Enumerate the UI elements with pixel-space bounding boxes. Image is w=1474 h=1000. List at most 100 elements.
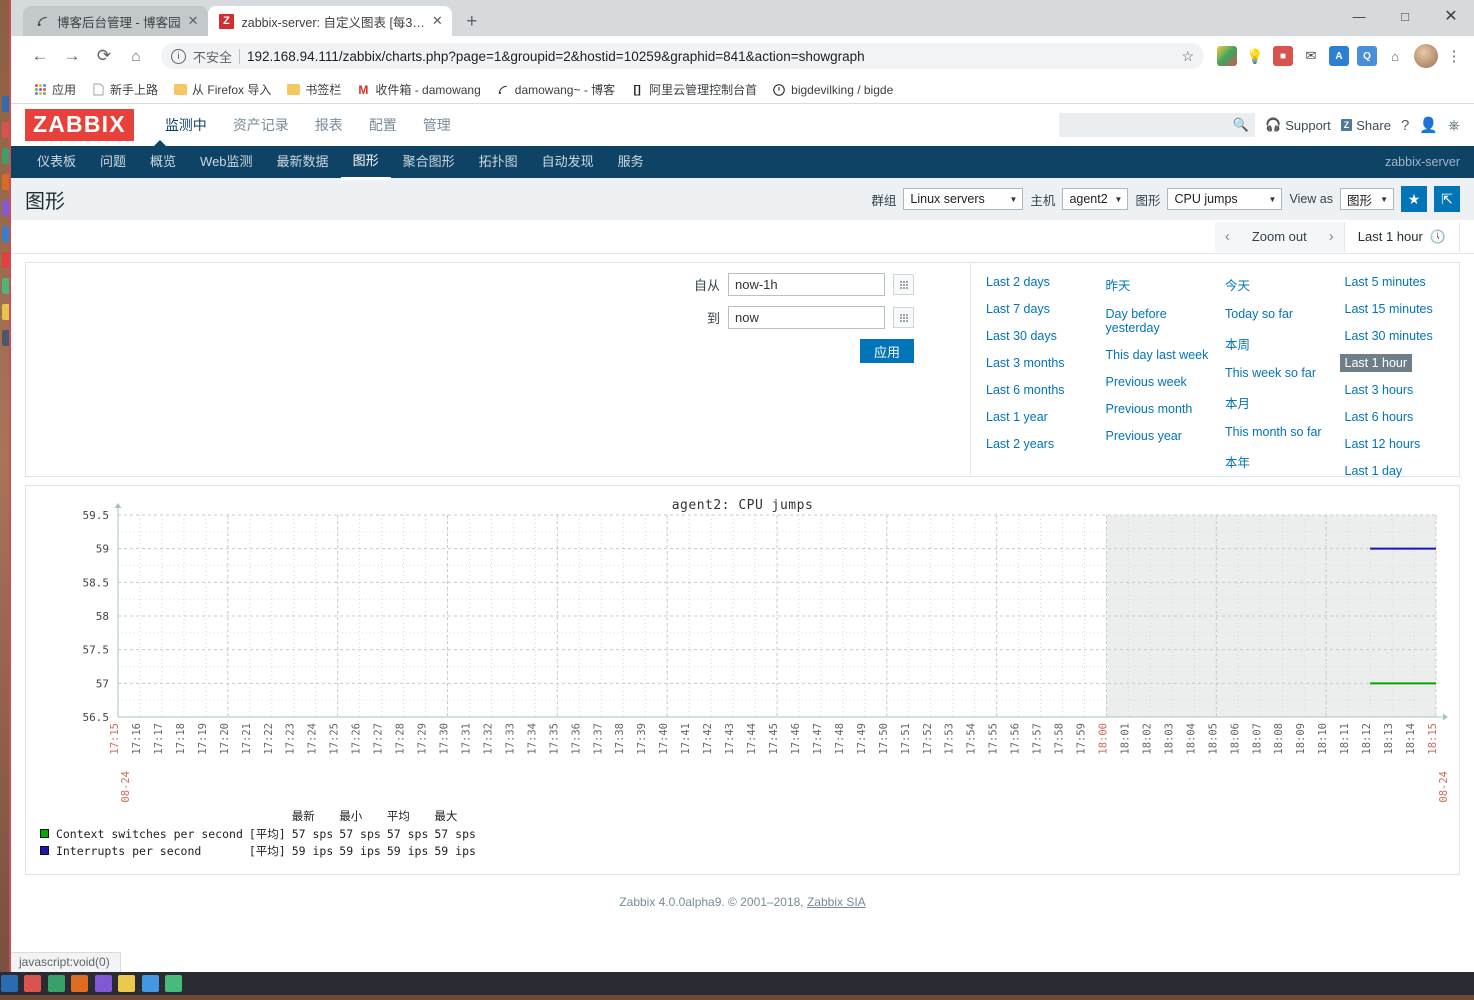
quick-range-last-2-days[interactable]: Last 2 days [981, 273, 1055, 291]
quick-range-last-1-hour[interactable]: Last 1 hour [1340, 354, 1413, 372]
profile-avatar[interactable] [1414, 44, 1438, 68]
taskbar-icon[interactable] [118, 975, 135, 992]
quick-range-this-week-so-far[interactable]: This week so far [1220, 364, 1321, 382]
back-icon[interactable]: ← [25, 41, 55, 71]
view-as-select[interactable]: 图形 ▼ [1340, 188, 1394, 210]
tab-close-icon[interactable]: ✕ [432, 13, 443, 29]
to-calendar-icon[interactable] [893, 307, 914, 328]
quick-range-this-day-last-week[interactable]: This day last week [1101, 346, 1214, 364]
subnav-screens[interactable]: 聚合图形 [391, 146, 467, 178]
home-icon[interactable]: ⌂ [121, 41, 151, 71]
global-search[interactable]: 🔍 [1059, 113, 1255, 137]
taskbar-icon[interactable] [165, 975, 182, 992]
subnav-problems[interactable]: 问题 [88, 146, 138, 178]
help-icon[interactable]: ? [1401, 117, 1409, 134]
quick-range-last-6-months[interactable]: Last 6 months [981, 381, 1070, 399]
group-select[interactable]: Linux servers ▼ [903, 188, 1023, 210]
bookmark-firefox-import[interactable]: 从 Firefox 导入 [167, 78, 277, 101]
tab-close-icon[interactable]: ✕ [188, 13, 199, 29]
apply-button[interactable]: 应用 [860, 339, 914, 363]
browser-tab-blog[interactable]: 博客后台管理 - 博客园 ✕ [23, 6, 208, 36]
power-logout-icon[interactable]: ⎈ [1448, 117, 1460, 134]
nav-administration[interactable]: 管理 [410, 107, 464, 143]
fullscreen-button[interactable]: ⇱ [1434, 186, 1460, 212]
search-input[interactable] [1065, 118, 1233, 132]
nav-inventory[interactable]: 资产记录 [220, 107, 302, 143]
bookmark-newbie[interactable]: 新手上路 [85, 78, 164, 101]
quick-range-last-5-minutes[interactable]: Last 5 minutes [1340, 273, 1431, 291]
search-extension-icon[interactable]: Q [1357, 46, 1377, 66]
browser-tab-zabbix[interactable]: Z zabbix-server: 自定义图表 [每3… ✕ [208, 6, 452, 36]
minimize-button[interactable]: — [1336, 0, 1382, 32]
quick-range-this-year[interactable]: 本年 [1220, 450, 1255, 473]
forward-icon[interactable]: → [57, 41, 87, 71]
quick-range-this-month-so-far[interactable]: This month so far [1220, 423, 1327, 441]
taskbar-icon[interactable] [24, 975, 41, 992]
quick-range-day-before-yesterday[interactable]: Day before yesterday [1101, 305, 1221, 337]
browser-menu-icon[interactable]: ⋮ [1444, 47, 1464, 65]
quick-range-last-7-days[interactable]: Last 7 days [981, 300, 1055, 318]
time-prev-button[interactable]: ‹ [1215, 222, 1240, 252]
quick-range-last-15-minutes[interactable]: Last 15 minutes [1340, 300, 1438, 318]
quick-range-last-1-year[interactable]: Last 1 year [981, 408, 1053, 426]
nav-reports[interactable]: 报表 [302, 107, 356, 143]
subnav-web[interactable]: Web监测 [188, 146, 265, 178]
bookmark-damowang[interactable]: damowang~ - 博客 [490, 78, 621, 101]
subnav-overview[interactable]: 概览 [138, 146, 188, 178]
translate-extension-icon[interactable] [1217, 46, 1237, 66]
quick-range-this-month[interactable]: 本月 [1220, 391, 1255, 414]
bookmark-github[interactable]: bigdevilking / bigde [766, 80, 899, 100]
quick-range-today-so-far[interactable]: Today so far [1220, 305, 1298, 323]
quick-range-today[interactable]: 今天 [1220, 273, 1255, 296]
nav-monitoring[interactable]: 监测中 [152, 107, 220, 143]
quick-range-yesterday[interactable]: 昨天 [1101, 273, 1136, 296]
quick-range-last-6-hours[interactable]: Last 6 hours [1340, 408, 1419, 426]
host-select[interactable]: agent2 ▼ [1062, 188, 1128, 210]
support-link[interactable]: 🎧 Support [1265, 117, 1331, 133]
from-calendar-icon[interactable] [893, 274, 914, 295]
info-icon[interactable]: i [171, 49, 186, 64]
bookmark-apps[interactable]: 应用 [27, 78, 82, 101]
taskbar-icon[interactable] [142, 975, 159, 992]
footer-link[interactable]: Zabbix SIA [807, 895, 866, 909]
quick-range-last-2-years[interactable]: Last 2 years [981, 435, 1059, 453]
subnav-discovery[interactable]: 自动发现 [530, 146, 606, 178]
maximize-button[interactable]: □ [1382, 0, 1428, 32]
lightbulb-extension-icon[interactable]: 💡 [1245, 46, 1265, 66]
home-extension-icon[interactable]: ⌂ [1385, 46, 1405, 66]
graph-select[interactable]: CPU jumps ▼ [1167, 188, 1282, 210]
bookmark-bar-folder[interactable]: 书签栏 [280, 78, 347, 101]
quick-range-last-12-hours[interactable]: Last 12 hours [1340, 435, 1426, 453]
subnav-latest-data[interactable]: 最新数据 [265, 146, 341, 178]
quick-range-last-3-hours[interactable]: Last 3 hours [1340, 381, 1419, 399]
share-link[interactable]: Z Share [1341, 118, 1391, 133]
time-next-button[interactable]: › [1319, 222, 1344, 252]
quick-range-last-3-months[interactable]: Last 3 months [981, 354, 1070, 372]
taskbar-icon[interactable] [95, 975, 112, 992]
quick-range-previous-year[interactable]: Previous year [1101, 427, 1187, 445]
nav-configuration[interactable]: 配置 [356, 107, 410, 143]
subnav-services[interactable]: 服务 [606, 146, 656, 178]
reload-icon[interactable]: ⟳ [89, 41, 119, 71]
subnav-graphs[interactable]: 图形 [341, 145, 391, 180]
windows-taskbar[interactable] [0, 972, 1474, 995]
quick-range-last-1-day[interactable]: Last 1 day [1340, 462, 1408, 480]
close-button[interactable]: ✕ [1428, 0, 1474, 32]
from-input[interactable] [728, 273, 885, 296]
subnav-maps[interactable]: 拓扑图 [467, 146, 530, 178]
gmail-extension-icon[interactable]: ✉ [1301, 46, 1321, 66]
quick-range-previous-month[interactable]: Previous month [1101, 400, 1198, 418]
quick-range-this-week[interactable]: 本周 [1220, 332, 1255, 355]
to-input[interactable] [728, 306, 885, 329]
bookmark-aliyun[interactable]: [] 阿里云管理控制台首 [624, 78, 763, 101]
search-icon[interactable]: 🔍 [1233, 117, 1249, 133]
user-profile-icon[interactable]: 👤 [1419, 116, 1438, 134]
zoom-out-button[interactable]: Zoom out [1240, 222, 1319, 252]
bookmark-star-icon[interactable]: ☆ [1181, 48, 1194, 65]
quick-range-last-30-minutes[interactable]: Last 30 minutes [1340, 327, 1438, 345]
quick-range-last-30-days[interactable]: Last 30 days [981, 327, 1062, 345]
subnav-dashboard[interactable]: 仪表板 [25, 146, 88, 178]
address-bar[interactable]: i 不安全 192.168.94.111/zabbix/charts.php?p… [161, 43, 1204, 69]
taskbar-icon[interactable] [48, 975, 65, 992]
favorite-button[interactable]: ★ [1401, 186, 1427, 212]
